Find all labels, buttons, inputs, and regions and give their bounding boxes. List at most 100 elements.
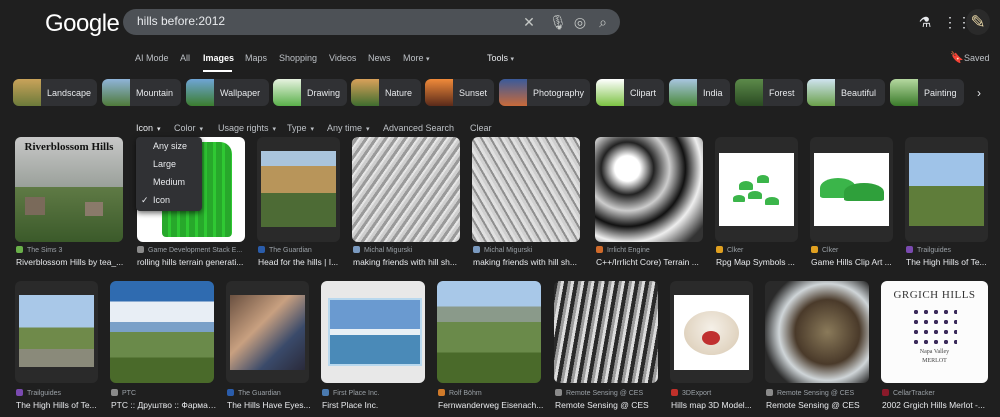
- result-title[interactable]: making friends with hill sh...: [353, 257, 463, 267]
- size-option-large[interactable]: Large: [153, 159, 176, 169]
- result-source[interactable]: Game Development Stack E...: [137, 246, 247, 254]
- image-result[interactable]: [905, 137, 988, 242]
- search-input[interactable]: hills before:2012: [137, 14, 225, 28]
- image-result[interactable]: [352, 137, 460, 242]
- image-result[interactable]: [670, 281, 753, 383]
- chip-sunset[interactable]: Sunset: [425, 79, 494, 106]
- result-title[interactable]: Rpg Map Symbols ...: [716, 257, 801, 267]
- result-source[interactable]: Remote Sensing @ CES: [555, 389, 661, 397]
- image-result[interactable]: [715, 137, 798, 242]
- result-source[interactable]: The Guardian: [227, 389, 313, 397]
- chip-drawing[interactable]: Drawing: [273, 79, 347, 106]
- tab-ai-mode[interactable]: AI Mode: [135, 53, 169, 63]
- apps-grid-icon[interactable]: ⋮⋮: [943, 13, 971, 31]
- result-source[interactable]: The Guardian: [258, 246, 343, 254]
- result-source[interactable]: The Sims 3: [16, 246, 126, 254]
- result-title[interactable]: making friends with hill sh...: [473, 257, 583, 267]
- chip-clipart[interactable]: Clipart: [596, 79, 664, 106]
- result-source[interactable]: Michal Migurski: [473, 246, 583, 254]
- filter-size[interactable]: Icon ▾: [136, 123, 161, 133]
- result-source[interactable]: Trailguides: [16, 389, 101, 397]
- result-source[interactable]: PTC: [111, 389, 217, 397]
- filter-usage-label: Usage rights: [218, 123, 269, 133]
- result-source[interactable]: Remote Sensing @ CES: [766, 389, 872, 397]
- chip-painting[interactable]: Painting: [890, 79, 964, 106]
- advanced-search-link[interactable]: Advanced Search: [383, 123, 454, 133]
- clear-filters-link[interactable]: Clear: [470, 123, 492, 133]
- filter-time[interactable]: Any time ▾: [327, 123, 370, 133]
- tools-button[interactable]: Tools ▾: [487, 53, 514, 63]
- result-title[interactable]: Riverblossom Hills by tea_...: [16, 257, 126, 267]
- result-title[interactable]: The Hills Have Eyes...: [227, 400, 313, 410]
- result-title[interactable]: First Place Inc.: [322, 400, 428, 410]
- image-result[interactable]: [257, 137, 340, 242]
- result-source[interactable]: Clker: [811, 246, 896, 254]
- image-result[interactable]: [554, 281, 658, 383]
- chip-beautiful[interactable]: Beautiful: [807, 79, 885, 106]
- image-result[interactable]: GRGICH HILLS Napa Valley MERLOT: [881, 281, 988, 383]
- image-result[interactable]: [437, 281, 541, 383]
- image-result[interactable]: [810, 137, 893, 242]
- image-result[interactable]: [595, 137, 703, 242]
- image-result[interactable]: [472, 137, 580, 242]
- tab-images[interactable]: Images: [203, 53, 234, 63]
- tab-shopping[interactable]: Shopping: [279, 53, 317, 63]
- search-icon[interactable]: ⌕: [594, 13, 612, 31]
- bookmark-icon[interactable]: 🔖: [950, 51, 964, 64]
- result-title[interactable]: Fernwanderweg Eisenach...: [438, 400, 544, 410]
- tab-all[interactable]: All: [180, 53, 190, 63]
- result-source[interactable]: CellarTracker: [882, 389, 992, 397]
- chip-mountain[interactable]: Mountain: [102, 79, 181, 106]
- size-option-medium[interactable]: Medium: [153, 177, 185, 187]
- result-title[interactable]: Game Hills Clip Art ...: [811, 257, 896, 267]
- chevron-right-icon[interactable]: ›: [977, 86, 981, 100]
- chip-india[interactable]: India: [669, 79, 730, 106]
- tab-videos[interactable]: Videos: [329, 53, 356, 63]
- chip-forest[interactable]: Forest: [735, 79, 803, 106]
- tab-news[interactable]: News: [368, 53, 391, 63]
- avatar[interactable]: ✎: [966, 9, 990, 35]
- google-logo[interactable]: Google: [45, 10, 120, 38]
- image-result[interactable]: [226, 281, 309, 383]
- result-title[interactable]: Remote Sensing @ CES: [555, 400, 661, 410]
- result-title[interactable]: Hills map 3D Model...: [671, 400, 757, 410]
- result-source[interactable]: Michal Migurski: [353, 246, 463, 254]
- image-result[interactable]: [110, 281, 214, 383]
- image-text-grgich: GRGICH HILLS: [893, 289, 976, 301]
- image-result[interactable]: Riverblossom Hills: [15, 137, 123, 242]
- filter-type[interactable]: Type ▾: [287, 123, 314, 133]
- tab-more[interactable]: More ▾: [403, 53, 430, 63]
- result-title[interactable]: The High Hills of Te...: [16, 400, 101, 410]
- result-source[interactable]: Trailguides: [906, 246, 994, 254]
- chip-wallpaper[interactable]: Wallpaper: [186, 79, 269, 106]
- tab-maps[interactable]: Maps: [245, 53, 267, 63]
- result-source[interactable]: Irrlicht Engine: [596, 246, 706, 254]
- result-source[interactable]: 3DExport: [671, 389, 757, 397]
- chip-landscape[interactable]: Landscape: [13, 79, 97, 106]
- chip-label: Nature: [385, 87, 413, 98]
- labs-flask-icon[interactable]: ⚗: [916, 13, 934, 31]
- size-option-icon[interactable]: Icon: [153, 195, 170, 205]
- result-source[interactable]: Clker: [716, 246, 801, 254]
- result-title[interactable]: The High Hills of Te...: [906, 257, 994, 267]
- filter-color[interactable]: Color ▾: [174, 123, 203, 133]
- result-title[interactable]: Remote Sensing @ CES: [766, 400, 872, 410]
- result-source[interactable]: Rolf Böhm: [438, 389, 544, 397]
- result-title[interactable]: Head for the hills | I...: [258, 257, 343, 267]
- result-source[interactable]: First Place Inc.: [322, 389, 428, 397]
- microphone-icon[interactable]: 🎙: [549, 13, 567, 31]
- result-title[interactable]: C++/Irrlicht Core) Terrain ...: [596, 257, 706, 267]
- camera-lens-icon[interactable]: ◎: [571, 13, 589, 31]
- result-title[interactable]: 2002 Grgich Hills Merlot -...: [882, 400, 992, 410]
- result-title[interactable]: rolling hills terrain generati...: [137, 257, 247, 267]
- chip-nature[interactable]: Nature: [351, 79, 421, 106]
- chip-photography[interactable]: Photography: [499, 79, 590, 106]
- image-result[interactable]: [321, 281, 425, 383]
- saved-link[interactable]: Saved: [964, 53, 990, 63]
- image-result[interactable]: [765, 281, 869, 383]
- filter-usage-rights[interactable]: Usage rights ▾: [218, 123, 276, 133]
- size-option-any[interactable]: Any size: [153, 141, 187, 151]
- clear-search-icon[interactable]: ✕: [520, 13, 538, 31]
- image-result[interactable]: [15, 281, 98, 383]
- result-title[interactable]: PTC :: Друштво :: Фарма ...: [111, 400, 217, 410]
